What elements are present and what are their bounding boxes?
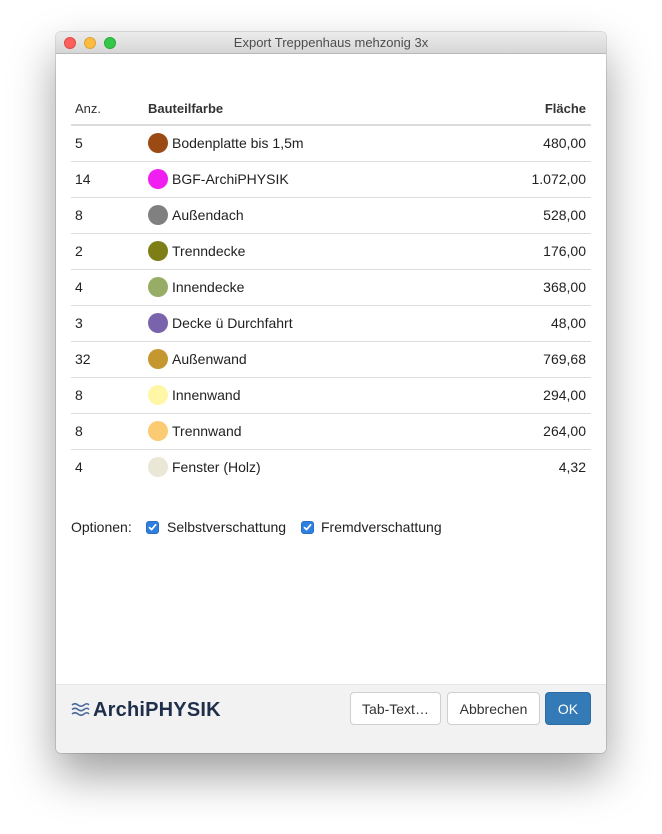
selbstverschattung-label[interactable]: Selbstverschattung [167, 519, 286, 535]
bauteil-table: Anz. Bauteilfarbe Fläche 5 Bodenplatte bi… [71, 95, 591, 486]
cell-flaeche: 528,00 [543, 207, 586, 223]
table-row[interactable]: 4 Fenster (Holz) 4,32 [71, 450, 591, 486]
cell-flaeche: 1.072,00 [531, 171, 587, 187]
table-row[interactable]: 4 Innendecke 368,00 [71, 270, 591, 306]
dialog-footer: ArchiPHYSIK Tab-Text… Abbrechen OK [56, 684, 606, 753]
cell-flaeche: 176,00 [543, 243, 586, 259]
color-swatch [148, 421, 168, 441]
cell-anz: 4 [75, 279, 83, 295]
cell-anz: 3 [75, 315, 83, 331]
cell-bauteil-name: Außenwand [172, 351, 247, 367]
cell-flaeche: 48,00 [550, 315, 586, 331]
cell-flaeche: 368,00 [543, 279, 586, 295]
window-title: Export Treppenhaus mehzonig 3x [233, 35, 429, 50]
cell-bauteil-name: Decke ü Durchfahrt [172, 315, 293, 331]
cell-flaeche: 294,00 [543, 387, 586, 403]
cell-bauteil-name: Außendach [172, 207, 244, 223]
table-row[interactable]: 3 Decke ü Durchfahrt 48,00 [71, 306, 591, 342]
table-row[interactable]: 2 Trenndecke 176,00 [71, 234, 591, 270]
cell-bauteil-name: Trennwand [172, 423, 242, 439]
cell-bauteil-name: Innenwand [172, 387, 241, 403]
options-label: Optionen: [71, 519, 132, 535]
ok-button[interactable]: OK [545, 692, 591, 725]
header-flaeche: Fläche [544, 101, 586, 116]
color-swatch [148, 133, 168, 153]
fremdverschattung-label[interactable]: Fremdverschattung [321, 519, 442, 535]
cell-bauteil-name: Trenndecke [172, 243, 246, 259]
cell-bauteil-name: Fenster (Holz) [172, 459, 261, 475]
table-row[interactable]: 8 Außendach 528,00 [71, 198, 591, 234]
color-swatch [148, 277, 168, 297]
color-swatch [148, 205, 168, 225]
cell-flaeche: 4,32 [558, 459, 586, 475]
waves-icon [71, 702, 90, 717]
table-header: Anz. Bauteilfarbe Fläche [71, 95, 591, 126]
selbstverschattung-checkbox[interactable] [146, 521, 159, 534]
table-row[interactable]: 14 BGF-ArchiPHYSIK 1.072,00 [71, 162, 591, 198]
color-swatch [148, 169, 168, 189]
cell-anz: 8 [75, 207, 83, 223]
checkmark-icon [303, 523, 312, 531]
logo-text: ArchiPHYSIK [93, 699, 221, 721]
table-row[interactable]: 32 Außenwand 769,68 [71, 342, 591, 378]
cell-bauteil-name: Bodenplatte bis 1,5m [172, 135, 304, 151]
options-row: Optionen: Selbstverschattung Fremdversch… [71, 518, 571, 538]
color-swatch [148, 385, 168, 405]
cell-flaeche: 480,00 [543, 135, 586, 151]
cell-anz: 4 [75, 459, 83, 475]
table-row[interactable]: 8 Trennwand 264,00 [71, 414, 591, 450]
cell-anz: 5 [75, 135, 83, 151]
table-row[interactable]: 5 Bodenplatte bis 1,5m 480,00 [71, 126, 591, 162]
cell-bauteil-name: Innendecke [172, 279, 245, 295]
title-bar[interactable]: Export Treppenhaus mehzonig 3x [56, 32, 606, 54]
cancel-button[interactable]: Abbrechen [447, 692, 540, 725]
fremdverschattung-checkbox[interactable] [301, 521, 314, 534]
cell-anz: 32 [75, 351, 91, 367]
cell-flaeche: 264,00 [543, 423, 586, 439]
export-dialog-window: Export Treppenhaus mehzonig 3x Anz. Baut… [56, 32, 606, 753]
table-row[interactable]: 8 Innenwand 294,00 [71, 378, 591, 414]
cell-flaeche: 769,68 [543, 351, 586, 367]
header-anz: Anz. [75, 101, 102, 116]
color-swatch [148, 349, 168, 369]
cell-anz: 2 [75, 243, 83, 259]
cell-anz: 8 [75, 423, 83, 439]
tab-text-button[interactable]: Tab-Text… [350, 692, 441, 725]
cell-anz: 14 [75, 171, 91, 187]
color-swatch [148, 457, 168, 477]
cell-anz: 8 [75, 387, 83, 403]
cell-bauteil-name: BGF-ArchiPHYSIK [172, 171, 289, 187]
checkmark-icon [148, 523, 157, 531]
table-body: 5 Bodenplatte bis 1,5m 480,00 14 BGF-ArchiPH… [71, 126, 591, 486]
color-swatch [148, 241, 168, 261]
color-swatch [148, 313, 168, 333]
header-bauteilfarbe: Bauteilfarbe [148, 101, 224, 116]
